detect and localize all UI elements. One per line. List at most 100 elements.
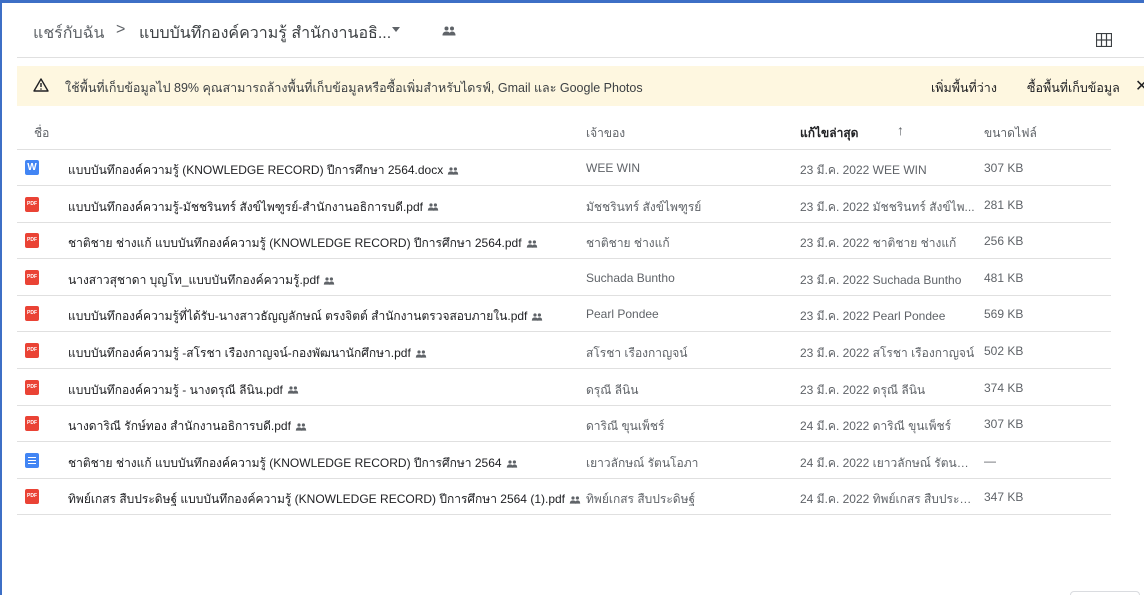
shared-people-icon <box>506 457 518 471</box>
file-size: 281 KB <box>984 197 1024 212</box>
file-name-text: แบบบันทึกองค์ความรู้ -สโรชา เรืองกาญจน์-… <box>68 346 411 360</box>
warning-icon <box>33 78 49 97</box>
pdf-file-icon: PDF <box>25 343 39 358</box>
pdf-file-icon: PDF <box>25 269 39 285</box>
file-row[interactable]: PDF แบบบันทึกองค์ความรู้ -สโรชา เรืองกาญจ… <box>17 333 1111 369</box>
file-owner: WEE WIN <box>586 161 640 175</box>
file-row[interactable]: PDF แบบบันทึกองค์ความรู้ที่ได้รับ-นางสาวธ… <box>17 296 1111 333</box>
shared-people-icon <box>526 237 538 251</box>
file-owner: มัชชรินทร์ สังข์ไพฑูรย์ <box>586 199 702 214</box>
close-icon[interactable]: ✕ <box>1135 76 1144 96</box>
breadcrumb: แชร์กับฉัน > แบบบันทึกองค์ความรู้ สำนักง… <box>2 3 1144 57</box>
file-name[interactable]: แบบบันทึกองค์ความรู้ที่ได้รับ-นางสาวธัญญ… <box>68 307 543 326</box>
pdf-file-icon: PDF <box>25 233 39 249</box>
file-owner: สโรชา เรืองกาญจน์ <box>586 346 688 360</box>
shared-people-icon <box>415 347 427 361</box>
file-size: 307 KB <box>984 417 1024 432</box>
file-last-modified: 23 มี.ค. 2022 ชาติชาย ช่างแก้ <box>800 236 957 251</box>
file-size: 481 KB <box>984 270 1024 285</box>
pdf-file-icon: PDF <box>25 489 39 505</box>
shared-people-icon <box>447 164 459 178</box>
storage-warning-text: ใช้พื้นที่เก็บข้อมูลไป 89% คุณสามารถล้าง… <box>65 81 643 95</box>
column-header-last-modified[interactable]: แก้ไขล่าสุด <box>800 124 858 143</box>
file-name[interactable]: แบบบันทึกองค์ความรู้ (KNOWLEDGE RECORD) … <box>68 161 459 180</box>
file-name-text: ทิพย์เกสร สืบประดิษฐ์ แบบบันทึกองค์ความร… <box>68 492 565 507</box>
file-row[interactable]: PDF ทิพย์เกสร สืบประดิษฐ์ แบบบันทึกองค์คว… <box>17 479 1111 516</box>
file-name-text: นางสาวสุชาดา บุญโท_แบบบันทึกองค์ความรู้.… <box>68 272 320 287</box>
window-frame-left <box>0 0 2 595</box>
file-last-modified: 23 มี.ค. 2022 Pearl Pondee <box>800 309 946 324</box>
file-owner: Pearl Pondee <box>586 307 659 322</box>
pdf-file-icon: PDF <box>25 416 39 432</box>
file-size: 347 KB <box>984 490 1024 505</box>
file-last-modified: 24 มี.ค. 2022 เยาวลักษณ์ รัตนโอ... <box>800 455 975 470</box>
file-last-modified: 23 มี.ค. 2022 มัชชรินทร์ สังข์ไพ... <box>800 199 975 214</box>
column-header-owner[interactable]: เจ้าของ <box>586 124 625 143</box>
file-name-text: แบบบันทึกองค์ความรู้-มัชชรินทร์ สังข์ไพฑ… <box>68 199 423 214</box>
pdf-file-icon: PDF <box>25 196 39 212</box>
file-name[interactable]: นางดาริณี รักษ์ทอง สำนักงานอธิการบดี.pdf <box>68 417 307 436</box>
file-name-text: แบบบันทึกองค์ความรู้ (KNOWLEDGE RECORD) … <box>68 163 444 177</box>
shared-people-icon <box>287 383 299 397</box>
file-name[interactable]: นางสาวสุชาดา บุญโท_แบบบันทึกองค์ความรู้.… <box>68 271 335 290</box>
file-name-text: นางดาริณี รักษ์ทอง สำนักงานอธิการบดี.pdf <box>68 419 291 434</box>
shared-people-icon <box>427 200 439 214</box>
file-name[interactable]: แบบบันทึกองค์ความรู้-มัชชรินทร์ สังข์ไพฑ… <box>68 198 439 217</box>
file-name-text: ชาติชาย ช่างแก้ แบบบันทึกองค์ความรู้ (KN… <box>68 236 522 251</box>
header-divider <box>17 57 1144 58</box>
file-name-text: แบบบันทึกองค์ความรู้ - นางดรุณี ลีนิน.pd… <box>68 382 283 397</box>
shared-people-icon <box>531 310 543 324</box>
column-header-name[interactable]: ชื่อ <box>34 124 49 143</box>
file-row[interactable]: W แบบบันทึกองค์ความรู้ (KNOWLEDGE RECORD)… <box>17 150 1111 186</box>
file-owner: ดาริณี ขุนเพ็ชร์ <box>586 419 665 434</box>
shared-people-icon <box>323 274 335 288</box>
file-last-modified: 23 มี.ค. 2022 WEE WIN <box>800 163 927 177</box>
word-file-icon: W <box>25 160 39 175</box>
file-owner: Suchada Buntho <box>586 270 675 285</box>
file-last-modified: 24 มี.ค. 2022 ดาริณี ขุนเพ็ชร์ <box>800 419 952 434</box>
breadcrumb-separator: > <box>116 21 126 38</box>
file-size: 374 KB <box>984 380 1024 395</box>
sort-ascending-icon[interactable]: ↑ <box>897 122 904 138</box>
free-up-space-button[interactable]: เพิ่มพื้นที่ว่าง <box>931 78 997 98</box>
file-row[interactable]: PDF นางดาริณี รักษ์ทอง สำนักงานอธิการบดี.… <box>17 406 1111 443</box>
file-row[interactable]: PDF นางสาวสุชาดา บุญโท_แบบบันทึกองค์ความร… <box>17 260 1111 296</box>
floating-panel-edge <box>1070 591 1140 595</box>
shared-people-icon <box>442 23 456 41</box>
file-row[interactable]: ชาติชาย ช่างแก้ แบบบันทึกองค์ความรู้ (KN… <box>17 443 1111 479</box>
file-size: — <box>984 453 996 468</box>
file-last-modified: 23 มี.ค. 2022 Suchada Buntho <box>800 272 962 287</box>
pdf-file-icon: PDF <box>25 379 39 395</box>
file-owner: ดรุณี ลีนิน <box>586 382 639 397</box>
file-name-text: แบบบันทึกองค์ความรู้ที่ได้รับ-นางสาวธัญญ… <box>68 309 528 324</box>
file-owner: เยาวลักษณ์ รัตนโอภา <box>586 455 699 470</box>
breadcrumb-shared-with-me[interactable]: แชร์กับฉัน <box>33 21 104 46</box>
file-size: 307 KB <box>984 161 1024 175</box>
file-last-modified: 23 มี.ค. 2022 ดรุณี ลีนิน <box>800 382 926 397</box>
file-size: 569 KB <box>984 307 1024 322</box>
chevron-down-icon[interactable] <box>392 27 400 32</box>
file-name[interactable]: แบบบันทึกองค์ความรู้ -สโรชา เรืองกาญจน์-… <box>68 344 427 363</box>
file-row[interactable]: PDF ชาติชาย ช่างแก้ แบบบันทึกองค์ความรู้ … <box>17 223 1111 260</box>
file-last-modified: 24 มี.ค. 2022 ทิพย์เกสร สืบประดิ... <box>800 492 975 507</box>
shared-people-icon <box>295 420 307 434</box>
file-name[interactable]: ทิพย์เกสร สืบประดิษฐ์ แบบบันทึกองค์ความร… <box>68 490 581 509</box>
file-name[interactable]: แบบบันทึกองค์ความรู้ - นางดรุณี ลีนิน.pd… <box>68 381 299 400</box>
file-owner: ชาติชาย ช่างแก้ <box>586 236 670 251</box>
file-row[interactable]: PDF แบบบันทึกองค์ความรู้-มัชชรินทร์ สังข์… <box>17 187 1111 223</box>
file-size: 502 KB <box>984 344 1024 358</box>
breadcrumb-current-folder[interactable]: แบบบันทึกองค์ความรู้ สำนักงานอธิ... <box>139 21 391 46</box>
file-name[interactable]: ชาติชาย ช่างแก้ แบบบันทึกองค์ความรู้ (KN… <box>68 454 518 473</box>
file-name-text: ชาติชาย ช่างแก้ แบบบันทึกองค์ความรู้ (KN… <box>68 455 502 470</box>
shared-people-icon <box>569 493 581 507</box>
file-row[interactable]: PDF แบบบันทึกองค์ความรู้ - นางดรุณี ลีนิน… <box>17 370 1111 406</box>
file-owner: ทิพย์เกสร สืบประดิษฐ์ <box>586 492 696 507</box>
grid-view-icon[interactable] <box>1095 32 1113 52</box>
file-name[interactable]: ชาติชาย ช่างแก้ แบบบันทึกองค์ความรู้ (KN… <box>68 234 538 253</box>
buy-storage-button[interactable]: ซื้อพื้นที่เก็บข้อมูล <box>1027 78 1120 98</box>
file-size: 256 KB <box>984 234 1024 249</box>
google-docs-icon <box>25 452 39 468</box>
pdf-file-icon: PDF <box>25 306 39 322</box>
storage-warning-banner: ใช้พื้นที่เก็บข้อมูลไป 89% คุณสามารถล้าง… <box>17 66 1144 106</box>
column-header-file-size[interactable]: ขนาดไฟล์ <box>984 124 1037 143</box>
